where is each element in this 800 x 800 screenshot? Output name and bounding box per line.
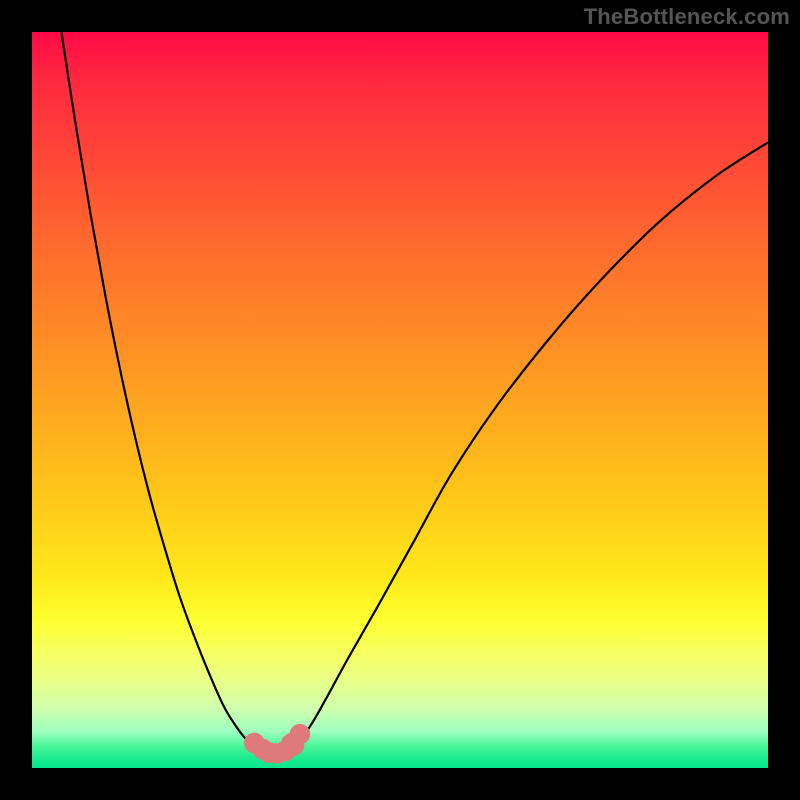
watermark-text: TheBottleneck.com — [584, 4, 790, 30]
right-curve — [290, 142, 768, 747]
chart-frame: TheBottleneck.com — [0, 0, 800, 800]
curve-layer — [32, 32, 768, 768]
plot-area — [32, 32, 768, 768]
left-curve — [61, 32, 260, 747]
data-marker — [290, 724, 311, 745]
marker-group — [244, 724, 310, 764]
